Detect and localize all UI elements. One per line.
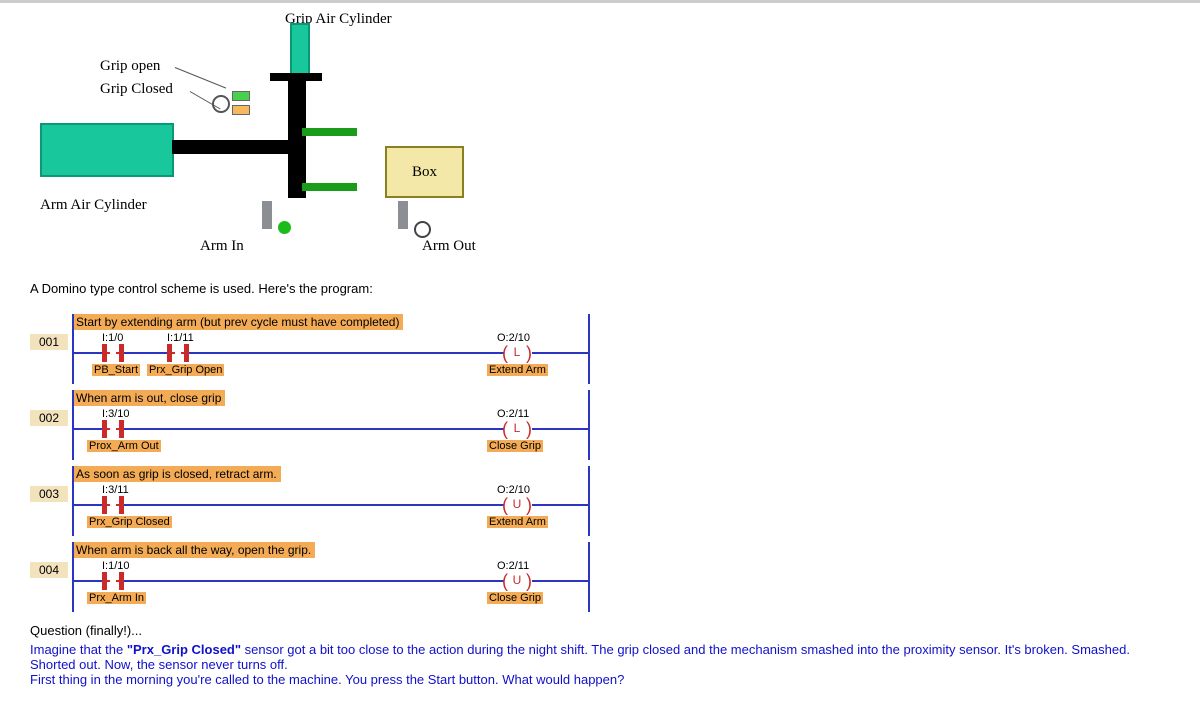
instr-addr: I:3/10 [102,408,130,420]
label-arm-cylinder: Arm Air Cylinder [40,197,147,214]
rung-number: 002 [30,410,68,426]
label-arm-in: Arm In [200,238,244,255]
question-line-2: First thing in the morning you're called… [30,672,1170,687]
rung-004: 004 When arm is back all the way, open t… [30,542,590,612]
instr-name: Prx_Grip Closed [87,516,172,528]
instr-name: Prx_Arm In [87,592,146,604]
arm-in-led-icon [278,221,291,234]
label-grip-open: Grip open [100,58,160,75]
label-arm-out: Arm Out [422,238,476,255]
grip-body [288,78,306,198]
otu-coil-icon: (U) [502,572,532,592]
output-name: Extend Arm [487,516,548,528]
rung-comment: When arm is back all the way, open the g… [72,542,315,558]
xic-icon [102,344,124,362]
output-name: Close Grip [487,440,543,452]
question-title: Question (finally!)... [30,623,1170,638]
rung-001: 001 Start by extending arm (but prev cyc… [30,314,590,384]
arm-out-led-icon [414,221,431,238]
instr-name: Prox_Arm Out [87,440,161,452]
sensor-grip-open-icon [232,91,250,101]
grip-jaw-top [302,128,357,136]
rung-003: 003 As soon as grip is closed, retract a… [30,466,590,536]
box: Box [385,146,464,198]
xic-icon [102,572,124,590]
otl-coil-icon: (L) [502,344,532,364]
output-name: Close Grip [487,592,543,604]
rung-number: 004 [30,562,68,578]
output-name: Extend Arm [487,364,548,376]
rung-comment: When arm is out, close grip [72,390,225,406]
emphasized-sensor-name: "Prx_Grip Closed" [127,642,241,657]
xic-icon [102,496,124,514]
question-line-1: Imagine that the "Prx_Grip Closed" senso… [30,642,1170,672]
rung-comment: As soon as grip is closed, retract arm. [72,466,281,482]
xic-icon [102,420,124,438]
otl-coil-icon: (L) [502,420,532,440]
instr-name: PB_Start [92,364,140,376]
arm-out-prox-icon [398,201,408,229]
label-grip-closed: Grip Closed [100,81,173,98]
rung-number: 001 [30,334,68,350]
xic-icon [167,344,189,362]
rung-002: 002 When arm is out, close grip I:3/10 P… [30,390,590,460]
ladder-program: 001 Start by extending arm (but prev cyc… [30,308,590,614]
grip-sensor-ring-icon [212,95,230,113]
sensor-grip-closed-icon [232,105,250,115]
rung-comment: Start by extending arm (but prev cycle m… [72,314,403,330]
instr-addr: I:3/11 [102,484,129,496]
instr-addr: I:1/11 [167,332,194,344]
grip-jaw-bottom [302,183,357,191]
rung-number: 003 [30,486,68,502]
instr-addr: I:1/0 [102,332,123,344]
otu-coil-icon: (U) [502,496,532,516]
arm-air-cylinder [40,123,174,177]
instr-name: Prx_Grip Open [147,364,224,376]
question-block: Question (finally!)... Imagine that the … [30,623,1170,687]
arm-rod [172,140,292,154]
grip-air-cylinder [290,23,310,79]
intro-text: A Domino type control scheme is used. He… [30,281,373,296]
instr-addr: I:1/10 [102,560,130,572]
arm-in-prox-icon [262,201,272,229]
mechanism-diagram: Grip Air Cylinder Grip open Grip Closed … [30,23,570,263]
